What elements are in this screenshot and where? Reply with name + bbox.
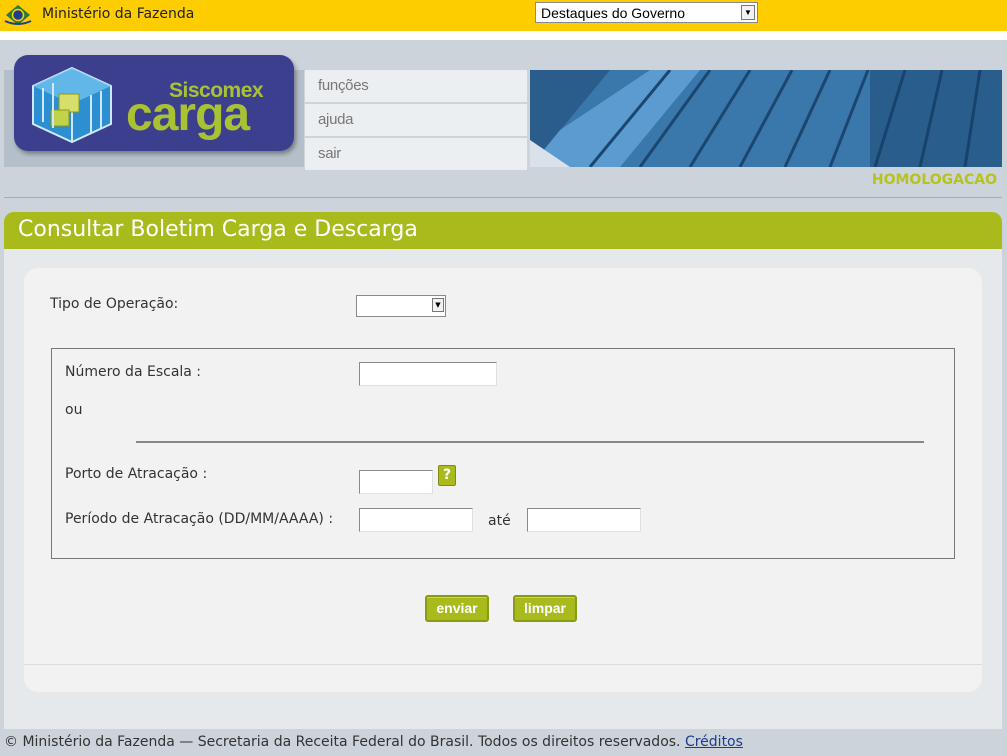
separator-line (136, 441, 924, 443)
periodo-de-input[interactable] (359, 508, 473, 532)
chevron-down-icon[interactable]: ▼ (741, 5, 755, 20)
numero-escala-input[interactable] (359, 362, 497, 386)
gov-title[interactable]: Ministério da Fazenda (42, 6, 194, 22)
creditos-link[interactable]: Créditos (685, 734, 743, 750)
footer: © Ministério da Fazenda — Secretaria da … (4, 734, 743, 750)
panel-header: Consultar Boletim Carga e Descarga (4, 212, 1002, 249)
tipo-operacao-label: Tipo de Operação: (50, 296, 179, 312)
menu-item-sair[interactable]: sair (305, 138, 527, 172)
escala-fieldset: Número da Escala : ou Porto de Atracação… (51, 348, 955, 559)
container-banner-graphic (530, 70, 1002, 167)
porto-atracacao-input[interactable] (359, 470, 433, 494)
help-question-icon[interactable]: ? (438, 465, 456, 486)
cargo-cube-icon (32, 66, 112, 144)
destaques-select[interactable]: Destaques do Governo ▼ (535, 2, 758, 23)
limpar-button[interactable]: limpar (513, 595, 577, 622)
logo-area: Siscomex Carga (4, 55, 304, 167)
main-menu: funções ajuda sair (305, 70, 527, 172)
gov-strip (0, 31, 1007, 40)
periodo-ate-input[interactable] (527, 508, 641, 532)
chevron-down-icon[interactable]: ▼ (432, 298, 444, 312)
panel-body: Tipo de Operação: ▼ Número da Escala : o… (4, 249, 1002, 729)
ou-label: ou (65, 402, 83, 418)
menu-item-ajuda[interactable]: ajuda (305, 104, 527, 138)
logo-carga-text: Carga (126, 88, 250, 141)
porto-atracacao-label: Porto de Atracação : (65, 466, 208, 482)
menu-item-funcoes[interactable]: funções (305, 70, 527, 104)
header-divider (4, 197, 1002, 198)
enviar-button[interactable]: enviar (425, 595, 489, 622)
page-title: Consultar Boletim Carga e Descarga (18, 217, 418, 242)
periodo-atracacao-label: Período de Atracação (DD/MM/AAAA) : (65, 511, 334, 527)
form-card-separator (24, 664, 982, 665)
header-banner-image (530, 70, 1002, 167)
gov-bar: Ministério da Fazenda Destaques do Gover… (0, 0, 1007, 31)
ate-label: até (488, 513, 511, 529)
numero-escala-label: Número da Escala : (65, 364, 202, 380)
environment-label: HOMOLOGACAO (871, 172, 997, 188)
app-header: Siscomex Carga funções ajuda sair (0, 40, 1007, 188)
siscomex-carga-logo[interactable]: Siscomex Carga (14, 55, 294, 151)
brazil-coat-of-arms-icon (4, 5, 32, 25)
tipo-operacao-select[interactable]: ▼ (356, 295, 446, 317)
search-form: Tipo de Operação: ▼ Número da Escala : o… (24, 268, 982, 692)
destaques-select-value: Destaques do Governo (541, 5, 685, 21)
footer-copyright: © Ministério da Fazenda — Secretaria da … (4, 734, 681, 750)
